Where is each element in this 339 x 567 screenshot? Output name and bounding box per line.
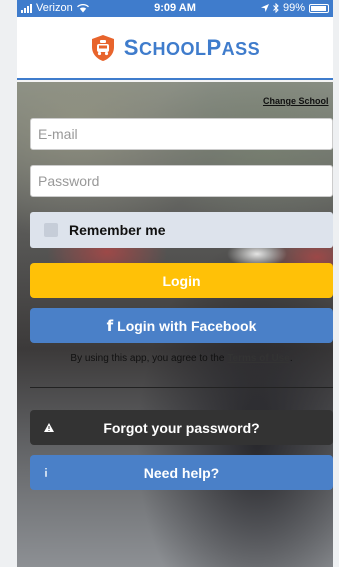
remember-me-checkbox[interactable] [44,223,58,237]
need-help-label: Need help? [143,464,220,481]
divider [30,387,333,388]
left-margin [0,0,17,567]
app-header: SCHOOLPASS [17,17,333,80]
phone-screen: Verizon 9:09 AM 99% SCHOOLPASS Change Sc… [17,0,333,567]
login-button[interactable]: Login [30,263,333,298]
status-right: 99% [260,2,329,14]
terms-suffix: . [289,353,293,364]
password-field[interactable] [30,165,333,197]
terms-prefix: By using this app, you agree to the [70,353,228,364]
status-bar: Verizon 9:09 AM 99% [17,0,333,17]
warning-icon [44,410,54,445]
terms-notice: By using this app, you agree to the Term… [30,353,333,364]
email-field[interactable] [30,118,333,150]
schoolpass-shield-icon [91,34,114,61]
terms-of-use-link[interactable]: Terms of Use [227,353,290,364]
change-school-link[interactable]: Change School [263,96,333,106]
forgot-password-button[interactable]: Forgot your password? [30,410,333,445]
remember-me-toggle[interactable]: Remember me [30,212,333,248]
forgot-password-label: Forgot your password? [103,419,260,436]
facebook-login-label: Login with Facebook [117,317,257,334]
facebook-login-button[interactable]: f Login with Facebook [30,308,333,343]
battery-percent: 99% [282,2,305,14]
right-margin [333,0,339,567]
brand-logo-text: SCHOOLPASS [123,34,261,60]
battery-icon [309,3,329,13]
bluetooth-icon [273,3,279,13]
remember-me-label: Remember me [69,222,166,238]
info-icon [44,455,48,490]
need-help-button[interactable]: Need help? [30,455,333,490]
location-arrow-icon [260,4,269,12]
facebook-icon: f [106,316,114,335]
